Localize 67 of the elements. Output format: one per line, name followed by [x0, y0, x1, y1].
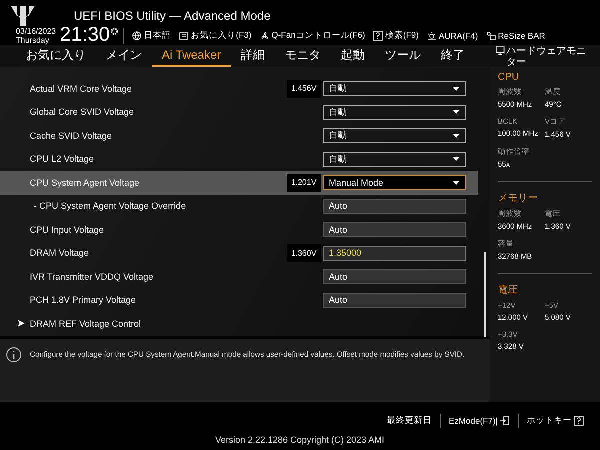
menu-tab[interactable]: メイン	[96, 45, 152, 67]
dropdown[interactable]: Manual Mode	[323, 175, 466, 190]
menu-tab[interactable]: 起動	[331, 45, 376, 67]
caret-icon	[453, 180, 460, 185]
voltage-reading: 1.201V	[287, 174, 321, 192]
panel-title: ハードウェアモニター	[506, 46, 588, 66]
value-field[interactable]: Auto	[323, 222, 466, 238]
setting-label: Cache SVID Voltage	[30, 130, 114, 141]
help-icon	[574, 416, 584, 426]
lightbulb-icon	[426, 30, 437, 40]
caret-icon	[453, 86, 460, 91]
toolbar-button[interactable]: AURA(F4)	[422, 30, 482, 40]
footer-button[interactable]: EzMode(F7)|	[441, 416, 518, 426]
selected-setting-row[interactable]: CPU System Agent Voltage 1.201V Manual Mode	[0, 171, 478, 194]
value-field[interactable]: Auto	[323, 269, 466, 284]
toolbar-button[interactable]: Q-Fanコントロール(F6)	[256, 30, 370, 42]
caret-icon	[453, 110, 460, 114]
footer-button[interactable]: ホットキー	[519, 415, 592, 427]
section-title: メモリー	[498, 192, 539, 205]
menu-tab[interactable]: お気に入り	[16, 45, 96, 67]
window-title: UEFI BIOS Utility — Advanced Mode	[74, 9, 272, 23]
monitor-icon	[496, 46, 505, 56]
fan-icon	[260, 30, 270, 40]
toolbar-button[interactable]: ReSize BAR	[482, 30, 550, 40]
caret-icon	[453, 157, 460, 162]
logo-icon	[10, 5, 36, 27]
clock-time: 21:30	[60, 24, 110, 47]
setting-label: CPU Input Voltage	[30, 224, 106, 235]
weekday-text: Thursday	[16, 36, 50, 44]
dropdown[interactable]: 自動	[323, 104, 466, 120]
date-text: 03/16/2023	[16, 26, 56, 36]
voltage-reading: 1.456V	[287, 80, 321, 98]
footer-button[interactable]: 最終更新日	[379, 415, 440, 427]
setting-label[interactable]: DRAM REF Voltage Control	[30, 318, 478, 329]
value-field[interactable]: Auto	[323, 198, 466, 214]
caret-icon	[453, 134, 460, 138]
menu-tab[interactable]: ツール	[375, 45, 432, 67]
voltage-reading: 1.360V	[287, 244, 321, 262]
exit-icon	[500, 416, 510, 426]
setting-label: IVR Transmitter VDDQ Voltage	[30, 272, 155, 282]
dropdown[interactable]: 自動	[323, 152, 466, 167]
toolbar-button[interactable]: 日本語	[128, 30, 176, 42]
settings-icon[interactable]	[110, 27, 120, 36]
setting-label: PCH 1.8V Primary Voltage	[30, 295, 138, 306]
info-icon	[6, 346, 22, 362]
menu-tab[interactable]: 詳細	[231, 45, 276, 67]
globe-icon	[132, 30, 142, 40]
setting-label: - CPU System Agent Voltage Override	[34, 201, 188, 212]
setting-label: Actual VRM Core Voltage	[30, 84, 134, 94]
menu-tab[interactable]: モニタ	[275, 45, 332, 67]
section-title: CPU	[498, 72, 520, 83]
arrow-icon	[18, 320, 25, 328]
value-field[interactable]: 1.35000	[323, 246, 466, 261]
toolbar-button[interactable]: 検索(F9)	[369, 30, 423, 42]
menu-tab[interactable]: 終了	[431, 45, 476, 67]
toolbar-button[interactable]: お気に入り(F3)	[175, 30, 256, 42]
value-field[interactable]: Auto	[323, 292, 466, 308]
dropdown[interactable]: 自動	[323, 81, 466, 96]
setting-label: DRAM Voltage	[30, 248, 90, 258]
section-title: 電圧	[498, 284, 519, 297]
help-icon	[373, 30, 384, 40]
version-text: Version 2.22.1286 Copyright (C) 2023 AMI	[215, 435, 385, 445]
dropdown[interactable]: 自動	[323, 128, 466, 144]
scrollbar[interactable]	[484, 252, 486, 337]
setting-label: CPU L2 Voltage	[30, 154, 96, 164]
setting-label: CPU System Agent Voltage	[30, 178, 141, 188]
setting-label: Global Core SVID Voltage	[30, 107, 136, 118]
